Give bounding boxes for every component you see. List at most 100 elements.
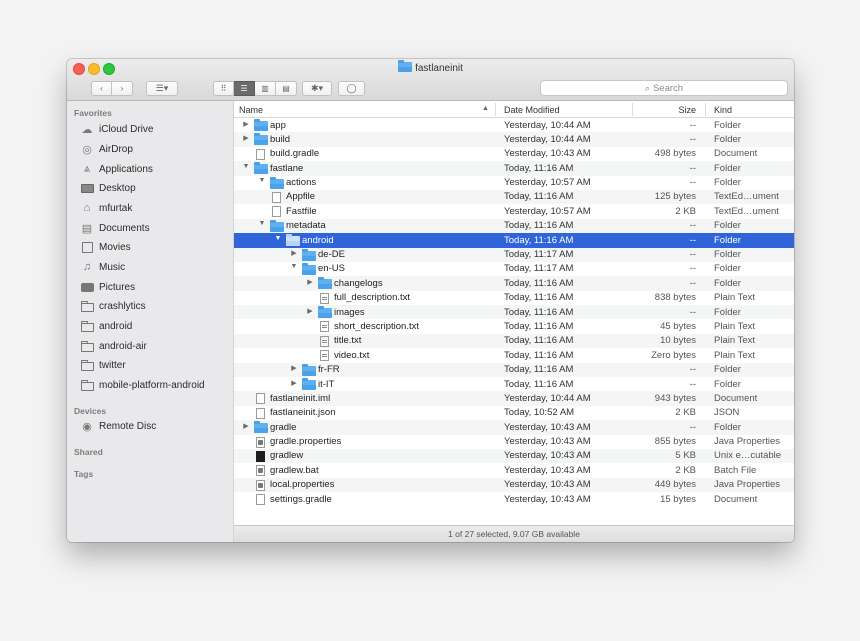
- column-name-header[interactable]: Name: [239, 105, 263, 115]
- icon-view-button[interactable]: ⠿: [213, 81, 234, 96]
- table-row[interactable]: ▼ android Today, 11:16 AM -- Folder: [234, 233, 794, 248]
- disclosure-open-icon[interactable]: ▼: [258, 177, 266, 184]
- table-row[interactable]: local.properties Yesterday, 10:43 AM 449 b…: [234, 477, 794, 493]
- sidebar-item-home[interactable]: ⌂ mfurtak: [80, 199, 133, 217]
- disclosure-closed-icon[interactable]: ▶: [242, 120, 250, 128]
- file-name: fr-FR: [318, 364, 340, 376]
- table-row[interactable]: Fastfile Yesterday, 10:57 AM 2 KB TextEd…um…: [234, 204, 794, 218]
- table-row[interactable]: short_description.txt Today, 11:16 AM 45 b…: [234, 319, 794, 333]
- action-menu-button[interactable]: ✱▾: [302, 81, 332, 96]
- table-row[interactable]: Appfile Today, 11:16 AM 125 bytes TextEd…um…: [234, 189, 794, 205]
- sidebar-item-airdrop[interactable]: ◎ AirDrop: [80, 140, 133, 158]
- table-row[interactable]: ▼ actions Yesterday, 10:57 AM -- Folder: [234, 176, 794, 190]
- applications-icon: ⩓: [83, 162, 91, 175]
- sidebar-item-mobile-platform-android[interactable]: mobile-platform-android: [80, 376, 205, 394]
- tag-button[interactable]: ◯: [338, 81, 365, 96]
- back-button[interactable]: ‹: [91, 81, 112, 96]
- column-kind-header[interactable]: Kind: [714, 105, 732, 115]
- file-name: local.properties: [270, 479, 335, 491]
- table-row[interactable]: ▶ de-DE Today, 11:17 AM -- Folder: [234, 247, 794, 262]
- file-kind: Folder: [714, 421, 741, 433]
- file-date-modified: Today, 11:16 AM: [504, 277, 574, 289]
- table-row[interactable]: ▶ it-IT Today, 11:16 AM -- Folder: [234, 377, 794, 391]
- disclosure-open-icon[interactable]: ▼: [274, 235, 282, 242]
- file-size: 2 KB: [675, 407, 696, 419]
- table-row[interactable]: fastlaneinit.json Today, 10:52 AM 2 KB JSON: [234, 406, 794, 420]
- arrange-button[interactable]: ☰▾: [146, 81, 178, 96]
- file-name: short_description.txt: [334, 320, 420, 332]
- table-row[interactable]: ▼ fastlane Today, 11:16 AM -- Folder: [234, 161, 794, 176]
- table-row[interactable]: ▶ build Yesterday, 10:44 AM -- Folder: [234, 132, 794, 147]
- disclosure-closed-icon[interactable]: ▶: [306, 278, 314, 286]
- sidebar-item-desktop[interactable]: Desktop: [80, 179, 136, 197]
- file-kind: Folder: [714, 378, 741, 390]
- table-row[interactable]: settings.gradle Yesterday, 10:43 AM 15 byt…: [234, 492, 794, 506]
- file-kind: Plain Text: [714, 320, 756, 332]
- sidebar-item-movies[interactable]: Movies: [80, 238, 131, 256]
- table-row[interactable]: title.txt Today, 11:16 AM 10 bytes Plain Te…: [234, 333, 794, 349]
- gallery-view-button[interactable]: ▤: [276, 81, 297, 96]
- file-kind: Document: [714, 392, 758, 404]
- sidebar-item-crashlytics[interactable]: crashlytics: [80, 297, 146, 315]
- file-date-modified: Today, 11:16 AM: [504, 162, 574, 174]
- sidebar-item-android[interactable]: android: [80, 317, 132, 335]
- movies-icon: [80, 241, 94, 253]
- document-icon: [320, 350, 329, 362]
- disclosure-closed-icon[interactable]: ▶: [242, 134, 250, 142]
- search-field[interactable]: ⌕ Search: [540, 80, 788, 96]
- disclosure-closed-icon[interactable]: ▶: [306, 307, 314, 315]
- sidebar-item-remote-disc[interactable]: ◉ Remote Disc: [80, 417, 156, 435]
- column-date-header[interactable]: Date Modified: [504, 105, 560, 115]
- disclosure-open-icon[interactable]: ▼: [290, 263, 298, 270]
- file-size: 449 bytes: [654, 479, 696, 491]
- window-title: fastlaneinit: [67, 60, 794, 74]
- sidebar-item-icloud-drive[interactable]: ☁ iCloud Drive: [80, 120, 154, 138]
- sidebar-item-pictures[interactable]: Pictures: [80, 278, 135, 296]
- file-size: Zero bytes: [651, 349, 696, 361]
- table-row[interactable]: ▼ metadata Today, 11:16 AM -- Folder: [234, 218, 794, 234]
- table-row[interactable]: gradlew.bat Yesterday, 10:43 AM 2 KB Batch …: [234, 463, 794, 477]
- table-row[interactable]: ▶ app Yesterday, 10:44 AM -- Folder: [234, 118, 794, 132]
- file-name: it-IT: [318, 378, 335, 390]
- document-icon: [272, 206, 281, 218]
- file-size: --: [689, 378, 696, 390]
- file-name: full_description.txt: [334, 292, 411, 304]
- table-row[interactable]: ▶ changelogs Today, 11:16 AM -- Folder: [234, 276, 794, 291]
- file-kind: JSON: [714, 407, 740, 419]
- table-row[interactable]: ▶ images Today, 11:16 AM -- Folder: [234, 305, 794, 320]
- file-name: Appfile: [286, 191, 316, 203]
- sidebar-item-applications[interactable]: ⩓ Applications: [80, 160, 153, 178]
- sidebar-item-documents[interactable]: ▤ Documents: [80, 219, 150, 237]
- disclosure-closed-icon[interactable]: ▶: [242, 422, 250, 430]
- file-size: 855 bytes: [654, 436, 696, 448]
- folder-icon: [254, 421, 268, 434]
- file-date-modified: Today, 11:16 AM: [504, 320, 574, 332]
- table-row[interactable]: ▶ fr-FR Today, 11:16 AM -- Folder: [234, 362, 794, 378]
- sidebar-item-music[interactable]: ♫ Music: [80, 258, 125, 276]
- table-row[interactable]: ▶ gradle Yesterday, 10:43 AM -- Folder: [234, 420, 794, 435]
- file-date-modified: Yesterday, 10:43 AM: [504, 436, 591, 448]
- forward-button[interactable]: ›: [112, 81, 133, 96]
- disclosure-closed-icon[interactable]: ▶: [290, 364, 298, 372]
- file-size: --: [689, 249, 696, 261]
- disclosure-closed-icon[interactable]: ▶: [290, 379, 298, 387]
- file-date-modified: Today, 11:16 AM: [504, 191, 574, 203]
- table-row[interactable]: build.gradle Yesterday, 10:43 AM 498 bytes…: [234, 147, 794, 161]
- column-size-header[interactable]: Size: [678, 105, 696, 115]
- column-view-button[interactable]: ▥: [255, 81, 276, 96]
- table-row[interactable]: video.txt Today, 11:16 AM Zero bytes Plain …: [234, 348, 794, 362]
- table-row[interactable]: ▼ en-US Today, 11:17 AM -- Folder: [234, 262, 794, 276]
- sidebar-item-twitter[interactable]: twitter: [80, 356, 126, 374]
- list-view-button[interactable]: ☰: [234, 81, 255, 96]
- disclosure-closed-icon[interactable]: ▶: [290, 249, 298, 257]
- disclosure-open-icon[interactable]: ▼: [242, 163, 250, 170]
- table-row[interactable]: fastlaneinit.iml Yesterday, 10:44 AM 943 b…: [234, 391, 794, 406]
- table-row[interactable]: gradlew Yesterday, 10:43 AM 5 KB Unix e…cut…: [234, 448, 794, 464]
- table-row[interactable]: gradle.properties Yesterday, 10:43 AM 855 …: [234, 435, 794, 449]
- file-kind: Folder: [714, 133, 741, 145]
- disclosure-open-icon[interactable]: ▼: [258, 220, 266, 227]
- sidebar-item-android-air[interactable]: android-air: [80, 337, 147, 355]
- tags-header: Tags: [74, 469, 94, 479]
- table-row[interactable]: full_description.txt Today, 11:16 AM 838 b…: [234, 291, 794, 305]
- status-text: 1 of 27 selected, 9.07 GB available: [448, 529, 580, 539]
